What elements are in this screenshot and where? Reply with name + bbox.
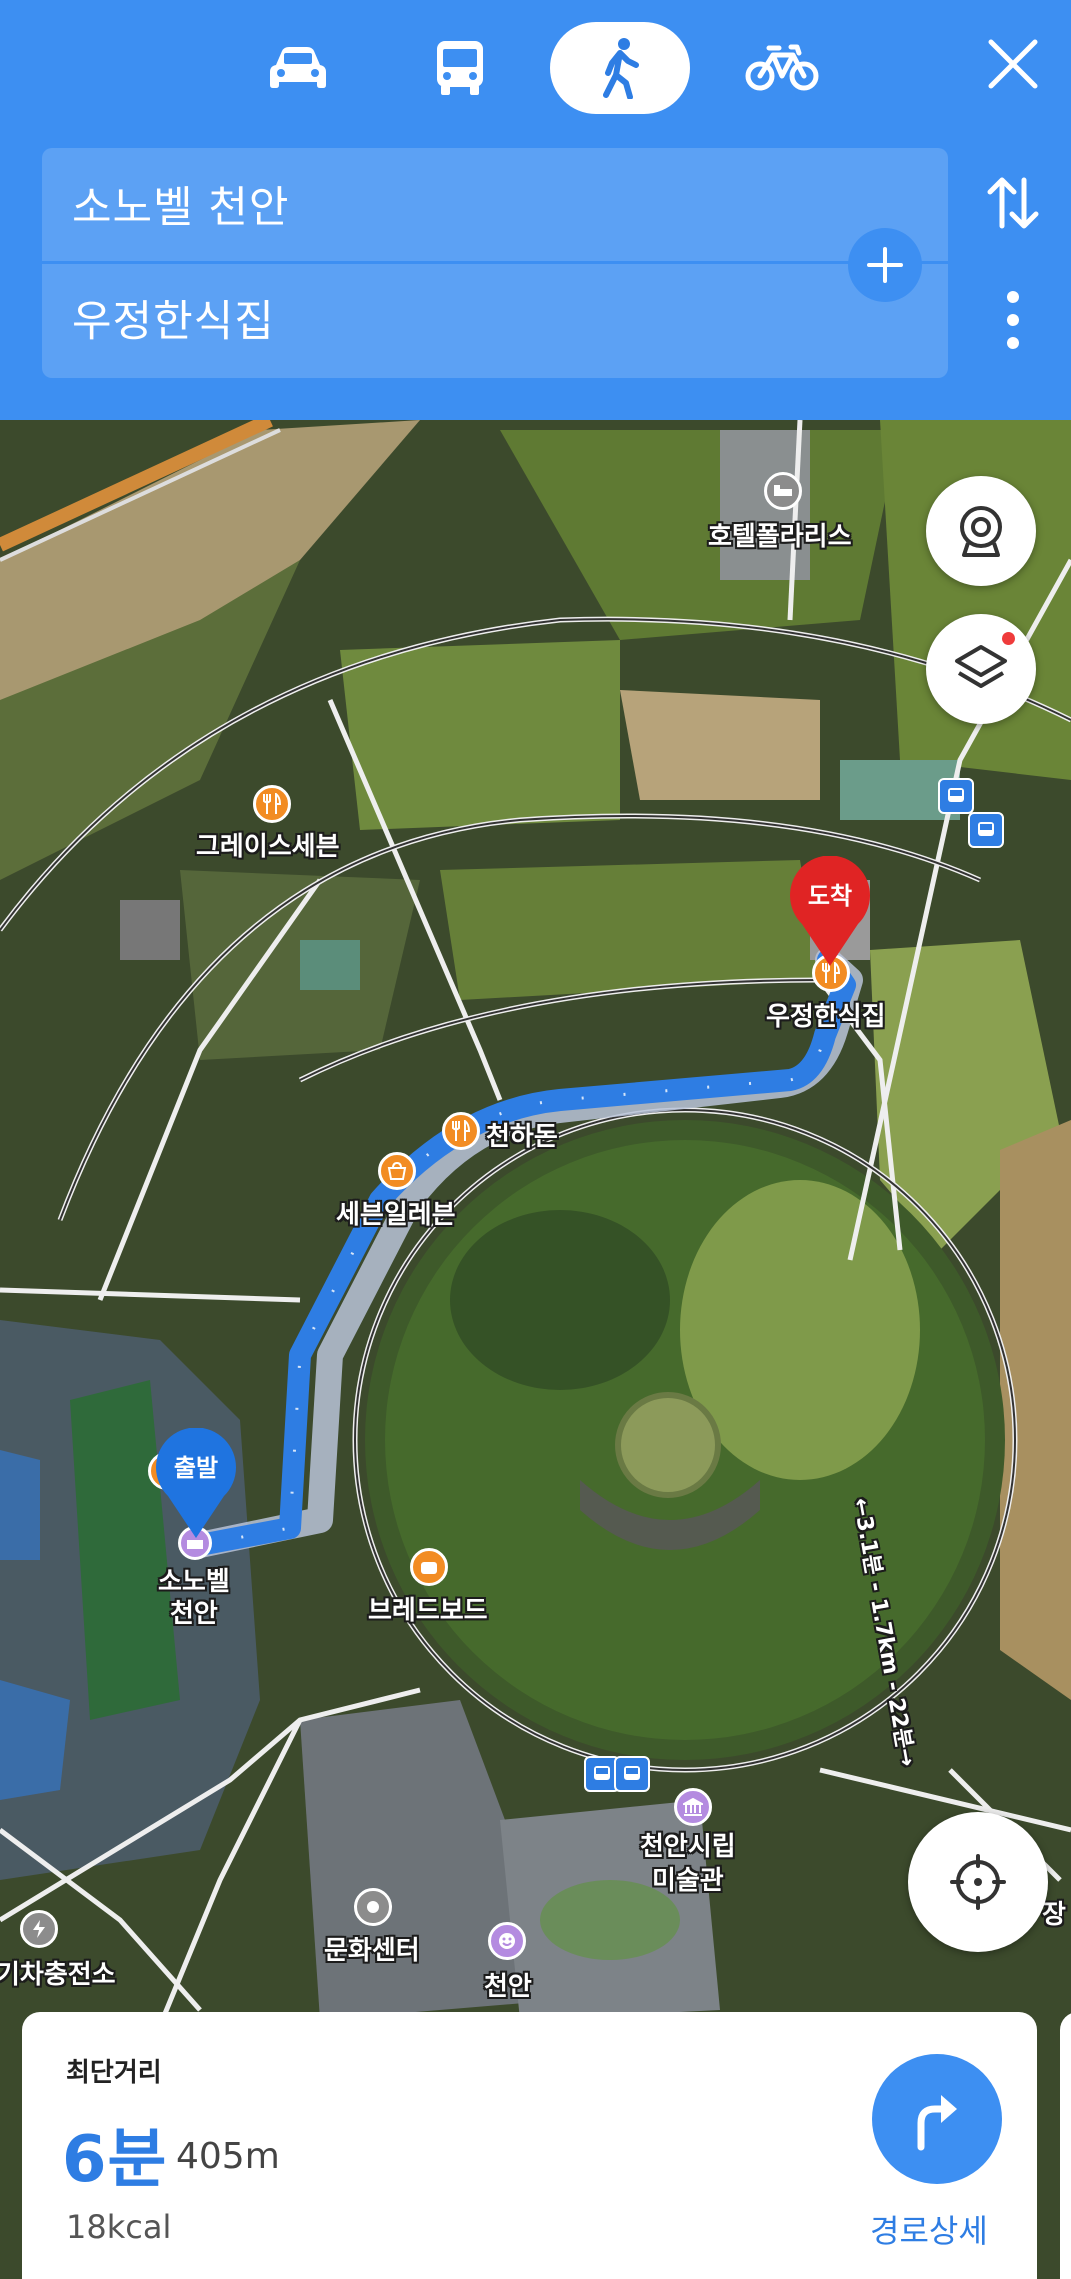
place-label-sonobell[interactable]: 소노벨 천안 bbox=[158, 1566, 230, 1630]
start-pin-label: 출발 bbox=[173, 1454, 219, 1482]
place-label-grace-seven[interactable]: 그레이스세븐 bbox=[196, 826, 340, 863]
route-input-box: 소노벨 천안 우정한식집 bbox=[42, 148, 948, 378]
place-label-breadboard[interactable]: 브레드보드 bbox=[368, 1590, 488, 1627]
turn-right-arrow-icon bbox=[917, 2095, 957, 2151]
bus-stop-icon[interactable] bbox=[968, 812, 1004, 848]
place-label-ev-charging[interactable]: 기차충전소 bbox=[0, 1954, 116, 1991]
restaurant-icon[interactable] bbox=[253, 785, 291, 823]
satellite-map[interactable]: ←3.1분 - 1.7km - 22분→ 호텔폴라리스 그레이스세븐 천하돈 세… bbox=[0, 420, 1071, 2279]
crosshair-icon bbox=[950, 1854, 1006, 1910]
next-route-card-edge[interactable] bbox=[1060, 2012, 1071, 2279]
bus-icon bbox=[437, 41, 483, 95]
route-summary-card[interactable]: 최단거리 6분 405m 18kcal 경로상세 bbox=[22, 2012, 1037, 2279]
place-label-cheonhadon[interactable]: 천하돈 bbox=[486, 1116, 558, 1153]
start-pin[interactable]: 출발 bbox=[154, 1427, 238, 1540]
close-icon bbox=[988, 39, 1038, 89]
notification-dot bbox=[1002, 632, 1015, 645]
street-view-icon bbox=[960, 506, 1002, 557]
car-icon bbox=[270, 47, 326, 88]
route-calories: 18kcal bbox=[66, 2208, 172, 2246]
add-waypoint-button[interactable] bbox=[848, 228, 922, 302]
place-label-seven-eleven[interactable]: 세븐일레븐 bbox=[336, 1194, 456, 1231]
place-label-cheonan[interactable]: 천안 bbox=[484, 1966, 532, 2003]
theater-icon[interactable] bbox=[488, 1922, 526, 1960]
route-detail-button[interactable] bbox=[872, 2054, 1002, 2184]
place-label-hotel-polaris[interactable]: 호텔폴라리스 bbox=[708, 516, 852, 553]
place-label-art-museum[interactable]: 천안시립 미술관 bbox=[640, 1830, 736, 1898]
convenience-store-icon[interactable] bbox=[378, 1152, 416, 1190]
close-button[interactable] bbox=[973, 24, 1053, 104]
map-pin-icon bbox=[790, 855, 870, 966]
map-layers-button[interactable] bbox=[926, 614, 1036, 724]
route-detail-label[interactable]: 경로상세 bbox=[870, 2206, 988, 2252]
bicycle-icon bbox=[745, 44, 819, 91]
swap-route-button[interactable] bbox=[978, 168, 1048, 238]
hotel-icon[interactable] bbox=[764, 472, 802, 510]
map-imagery bbox=[0, 420, 1071, 2279]
bakery-icon[interactable] bbox=[410, 1548, 448, 1586]
mode-car-button[interactable] bbox=[228, 22, 368, 114]
layers-icon bbox=[955, 645, 1007, 688]
walk-icon bbox=[603, 38, 639, 99]
route-distance: 405m bbox=[176, 2136, 280, 2177]
more-options-button[interactable] bbox=[978, 285, 1048, 355]
route-duration: 6분 bbox=[62, 2123, 168, 2197]
route-type-title: 최단거리 bbox=[66, 2058, 162, 2088]
transport-mode-bar bbox=[0, 22, 1071, 114]
map-pin-icon bbox=[156, 1427, 236, 1538]
bus-stop-icon[interactable] bbox=[614, 1756, 650, 1792]
place-label-culture-center[interactable]: 문화센터 bbox=[324, 1930, 420, 1967]
place-label-destination[interactable]: 우정한식집 bbox=[766, 996, 886, 1033]
more-vertical-icon bbox=[1007, 291, 1019, 349]
mode-bus-button[interactable] bbox=[390, 22, 530, 114]
end-pin-label: 도착 bbox=[807, 882, 853, 910]
current-location-button[interactable] bbox=[908, 1812, 1048, 1952]
restaurant-icon[interactable] bbox=[442, 1112, 480, 1150]
plus-icon bbox=[867, 247, 903, 283]
origin-field[interactable]: 소노벨 천안 bbox=[72, 148, 289, 260]
museum-icon[interactable] bbox=[674, 1788, 712, 1826]
culture-center-icon[interactable] bbox=[354, 1888, 392, 1926]
ev-charging-icon[interactable] bbox=[20, 1910, 58, 1948]
swap-arrows-icon bbox=[987, 177, 1039, 229]
end-pin[interactable]: 도착 bbox=[788, 855, 872, 968]
destination-field[interactable]: 우정한식집 bbox=[72, 262, 275, 374]
mode-bicycle-button[interactable] bbox=[712, 22, 852, 114]
street-view-button[interactable] bbox=[926, 476, 1036, 586]
route-header: 소노벨 천안 우정한식집 bbox=[0, 0, 1071, 420]
mode-walk-button[interactable] bbox=[550, 22, 690, 114]
bus-stop-icon[interactable] bbox=[938, 778, 974, 814]
